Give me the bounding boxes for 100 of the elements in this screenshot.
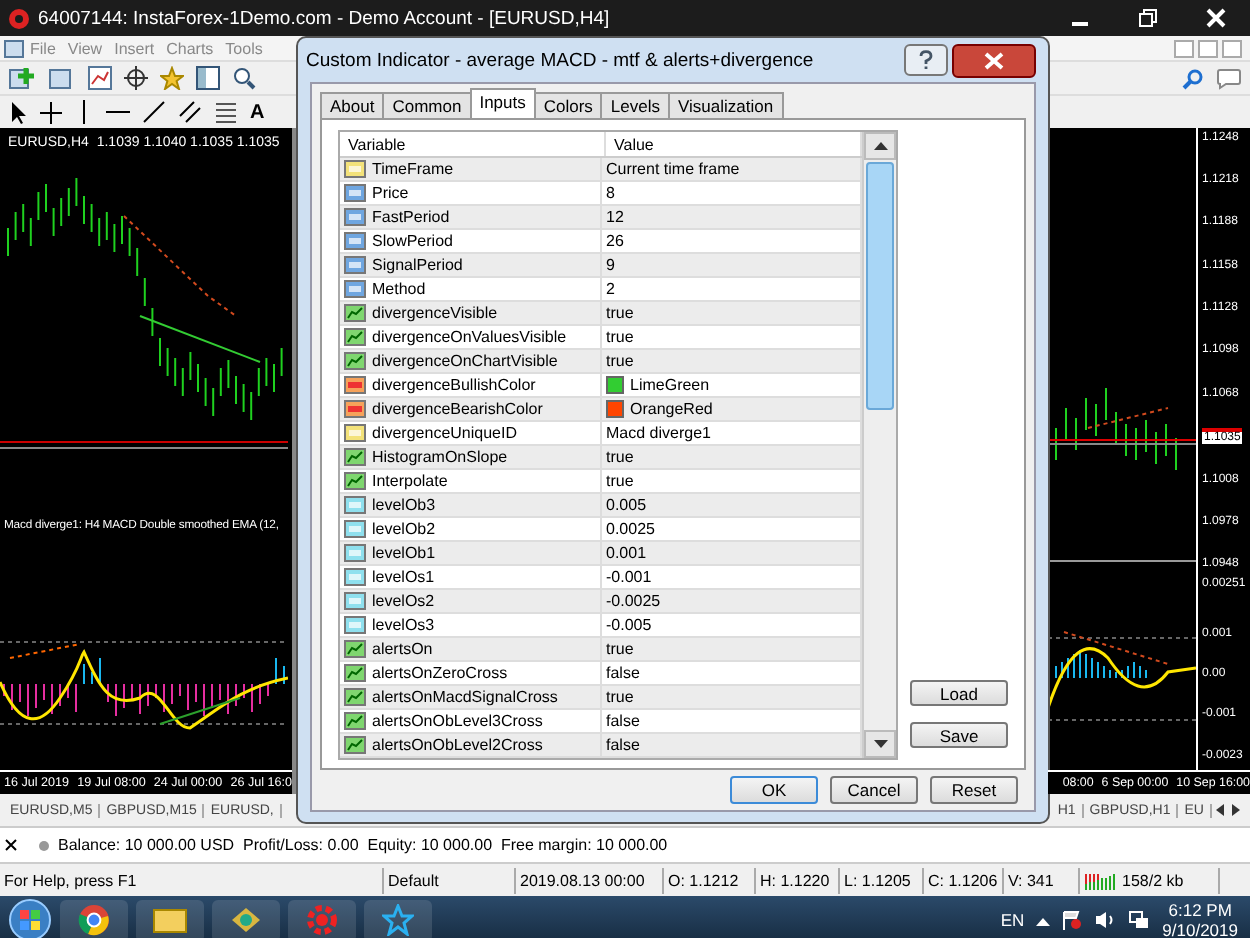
app-icon xyxy=(230,906,262,934)
cursor-arrow-icon[interactable] xyxy=(8,100,28,124)
star-icon[interactable] xyxy=(160,66,184,90)
magnifier-icon[interactable] xyxy=(232,66,256,90)
close-icon xyxy=(984,51,1004,69)
app-logo-icon xyxy=(8,7,30,29)
side-button[interactable]: Save xyxy=(910,722,1008,748)
status-text: Default xyxy=(384,867,516,893)
variable-cell[interactable]: divergenceBullishColor xyxy=(340,374,602,396)
taskbar-app[interactable] xyxy=(60,899,128,938)
clock[interactable]: 6:12 PM 9/10/2019 xyxy=(1162,900,1238,938)
variable-cell[interactable]: alertsOnMacdSignalCross xyxy=(340,686,602,708)
variable-cell[interactable]: divergenceOnChartVisible xyxy=(340,350,602,372)
question-mark-icon xyxy=(918,50,934,70)
text-tool[interactable]: A xyxy=(250,101,265,123)
show-hidden-icons-icon[interactable] xyxy=(1036,915,1051,925)
variable-cell[interactable]: divergenceBearishColor xyxy=(340,398,602,420)
variable-cell[interactable]: Interpolate xyxy=(340,470,602,492)
close-icon[interactable] xyxy=(4,838,18,852)
variable-type-icon xyxy=(344,520,366,538)
variable-cell[interactable]: levelOb3 xyxy=(340,494,602,516)
fibonacci-lines-icon[interactable] xyxy=(214,100,238,124)
dialog-button[interactable]: OK xyxy=(730,776,818,804)
variable-type-icon xyxy=(344,448,366,466)
caret-up-icon xyxy=(873,142,887,150)
variable-cell[interactable]: FastPeriod xyxy=(340,206,602,228)
taskbar-app[interactable] xyxy=(212,899,280,938)
variable-type-icon xyxy=(344,568,366,586)
variable-cell[interactable]: levelOs3 xyxy=(340,614,602,636)
status-text: H: 1.1220 xyxy=(756,867,840,893)
variable-type-icon xyxy=(344,616,366,634)
folder-icon xyxy=(152,906,188,934)
variable-type-icon xyxy=(344,640,366,658)
gear-icon xyxy=(306,904,338,936)
crosshair-icon[interactable] xyxy=(40,101,62,123)
speech-bubble-icon[interactable] xyxy=(1216,67,1242,89)
channel-icon[interactable] xyxy=(178,100,202,124)
search-icon[interactable] xyxy=(1182,67,1204,89)
close-button[interactable] xyxy=(952,43,1036,77)
tab[interactable]: Colors xyxy=(533,92,603,118)
variable-cell[interactable]: alertsOnObLevel3Cross xyxy=(340,710,602,732)
account-summary: Balance: 10 000.00 USD Profit/Loss: 0.00 Equity: 10 000.00 Free margin: 10 000.00 xyxy=(58,836,668,854)
variable-cell[interactable]: TimeFrame xyxy=(340,158,602,180)
tab[interactable]: Inputs xyxy=(469,88,536,118)
dialog-button[interactable]: Cancel xyxy=(830,776,918,804)
restore-icon[interactable] xyxy=(1138,8,1158,28)
variable-cell[interactable]: alertsOn xyxy=(340,638,602,660)
tab[interactable]: About xyxy=(320,92,385,118)
variable-cell[interactable]: alertsOnZeroCross xyxy=(340,662,602,684)
scrollbar-thumb[interactable] xyxy=(866,162,894,410)
variable-cell[interactable]: divergenceUniqueID xyxy=(340,422,602,444)
tab[interactable]: Levels xyxy=(600,92,670,118)
scroll-up-button[interactable] xyxy=(864,132,896,160)
variable-cell[interactable]: Method xyxy=(340,278,602,300)
windows-icon[interactable] xyxy=(48,66,76,90)
variable-type-icon xyxy=(344,736,366,754)
taskbar-app[interactable] xyxy=(364,899,432,938)
variable-cell[interactable]: HistogramOnSlope xyxy=(340,446,602,468)
add-icon[interactable] xyxy=(8,66,36,90)
speaker-icon[interactable] xyxy=(1094,910,1117,930)
taskbar-app[interactable] xyxy=(136,899,204,938)
variable-cell[interactable]: levelOb1 xyxy=(340,542,602,564)
help-button[interactable] xyxy=(904,44,948,76)
variable-cell[interactable]: levelOs2 xyxy=(340,590,602,612)
variable-type-icon xyxy=(344,232,366,250)
crosshair-icon[interactable] xyxy=(124,66,148,90)
variable-cell[interactable]: levelOb2 xyxy=(340,518,602,540)
chart-icon[interactable] xyxy=(88,66,112,90)
variable-cell[interactable]: Price xyxy=(340,182,602,204)
dialog-button[interactable]: Reset xyxy=(930,776,1018,804)
variable-type-icon xyxy=(344,424,366,442)
language-indicator[interactable]: EN xyxy=(1000,910,1025,930)
scroll-left-icon[interactable] xyxy=(1212,802,1228,818)
start-button[interactable] xyxy=(8,898,52,938)
variable-cell[interactable]: SignalPeriod xyxy=(340,254,602,276)
star-icon xyxy=(382,904,414,936)
scroll-down-button[interactable] xyxy=(864,730,896,758)
variable-cell[interactable]: divergenceVisible xyxy=(340,302,602,324)
browser-icon xyxy=(78,904,110,936)
variable-cell[interactable]: alertsOnObLevel2Cross xyxy=(340,734,602,756)
variable-cell[interactable]: SlowPeriod xyxy=(340,230,602,252)
status-text: 158/2 kb xyxy=(1080,867,1220,893)
variable-type-icon xyxy=(344,712,366,730)
variable-type-icon xyxy=(344,376,366,394)
variable-cell[interactable]: levelOs1 xyxy=(340,566,602,588)
status-text: 2019.08.13 00:00 xyxy=(516,867,664,893)
dot-icon xyxy=(38,839,50,851)
flag-icon[interactable] xyxy=(1062,910,1083,930)
column-header[interactable]: Variable xyxy=(340,132,606,156)
variable-type-icon xyxy=(344,688,366,706)
tab[interactable]: Visualization xyxy=(668,92,784,118)
side-button[interactable]: Load xyxy=(910,680,1008,706)
document-icon xyxy=(4,39,24,57)
tab[interactable]: Common xyxy=(382,92,472,118)
trendline-icon[interactable] xyxy=(142,100,166,124)
scroll-right-icon[interactable] xyxy=(1228,802,1244,818)
network-icon[interactable] xyxy=(1128,910,1151,930)
variable-type-icon xyxy=(344,664,366,682)
variable-cell[interactable]: divergenceOnValuesVisible xyxy=(340,326,602,348)
window-icon[interactable] xyxy=(196,66,220,90)
